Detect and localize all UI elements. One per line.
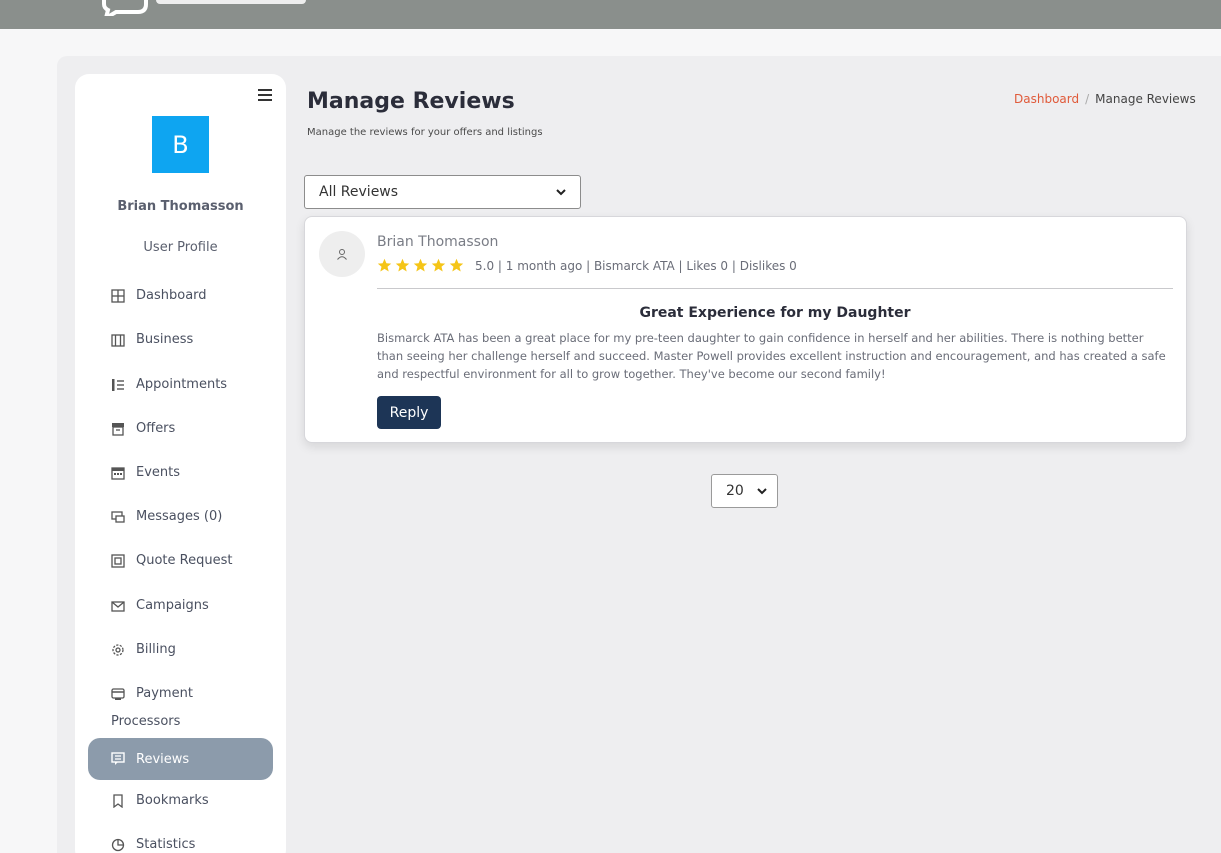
sidebar-item-campaigns[interactable]: Campaigns xyxy=(88,598,273,613)
sidebar-item-label: Dashboard xyxy=(136,288,207,303)
sidebar-item-label: Quote Request xyxy=(136,553,233,568)
reply-button[interactable]: Reply xyxy=(377,396,441,429)
user-icon xyxy=(336,245,348,264)
breadcrumb: Dashboard / Manage Reviews xyxy=(1014,92,1196,106)
breadcrumb-dashboard-link[interactable]: Dashboard xyxy=(1014,92,1079,106)
star-icon xyxy=(431,258,446,273)
building-icon xyxy=(111,333,125,347)
review-divider xyxy=(377,288,1173,289)
sidebar-item-label: Business xyxy=(136,332,194,347)
page-title: Manage Reviews xyxy=(307,89,515,114)
sidebar-item-label: Events xyxy=(136,465,181,480)
page-size-select[interactable]: 20 xyxy=(711,474,778,508)
breadcrumb-current: Manage Reviews xyxy=(1095,92,1196,106)
user-name: Brian Thomasson xyxy=(117,199,244,214)
sidebar-item-billing[interactable]: Billing xyxy=(88,642,273,657)
sidebar-item-offers[interactable]: Offers xyxy=(88,421,273,436)
sidebar-item-dashboard[interactable]: Dashboard xyxy=(88,288,273,303)
hamburger-menu-icon[interactable] xyxy=(258,89,272,101)
sidebar-item-label: Bookmarks xyxy=(136,793,209,808)
sidebar-item-label: Reviews xyxy=(136,751,190,767)
sidebar-item-quote-request[interactable]: Quote Request xyxy=(88,553,273,568)
envelope-icon xyxy=(111,599,125,613)
sidebar-item-bookmarks[interactable]: Bookmarks xyxy=(88,793,273,808)
sidebar-item-label: Offers xyxy=(136,421,176,436)
star-icon xyxy=(377,258,392,273)
review-meta: 5.0 | 1 month ago | Bismarck ATA | Likes… xyxy=(475,258,797,273)
star-icon xyxy=(413,258,428,273)
sidebar-item-label: Campaigns xyxy=(136,598,209,613)
sidebar-item-label: Messages (0) xyxy=(136,509,223,524)
sidebar-item-appointments[interactable]: Appointments xyxy=(88,377,273,392)
chat-icon xyxy=(111,510,125,524)
sidebar-item-messages[interactable]: Messages (0) xyxy=(88,509,273,524)
review-card: Brian Thomasson 5.0 | 1 month ago | Bism… xyxy=(304,216,1187,443)
sidebar-item-label: Statistics xyxy=(136,837,196,852)
chevron-down-icon xyxy=(556,184,566,200)
top-bar xyxy=(0,0,1221,29)
breadcrumb-separator: / xyxy=(1085,92,1090,106)
avatar-letter: B xyxy=(172,130,189,159)
chevron-down-icon xyxy=(757,483,767,499)
star-icon xyxy=(395,258,410,273)
review-filter-select[interactable]: All Reviews xyxy=(304,175,581,209)
reviewer-avatar xyxy=(319,231,365,277)
user-profile-link[interactable]: User Profile xyxy=(75,240,286,255)
card-icon xyxy=(111,687,125,701)
review-title: Great Experience for my Daughter xyxy=(639,305,911,321)
sidebar-item-label: Payment xyxy=(136,686,193,701)
sidebar-item-payment-processors[interactable]: Payment xyxy=(88,686,273,701)
grid-icon xyxy=(111,289,125,303)
avatar[interactable]: B xyxy=(152,116,209,173)
star-icon xyxy=(449,258,464,273)
reviewer-name: Brian Thomasson xyxy=(377,234,499,250)
page-subtitle: Manage the reviews for your offers and l… xyxy=(307,127,543,138)
review-filter-value: All Reviews xyxy=(319,184,399,200)
page-size-value: 20 xyxy=(726,483,744,499)
sidebar-item-statistics[interactable]: Statistics xyxy=(88,837,273,852)
calendar-icon xyxy=(111,466,125,480)
bookmark-icon xyxy=(111,794,125,808)
brand-logo[interactable] xyxy=(98,0,328,16)
sidebar-item-events[interactable]: Events xyxy=(88,465,273,480)
list-icon xyxy=(111,378,125,392)
sidebar-item-business[interactable]: Business xyxy=(88,332,273,347)
sidebar-item-label: Billing xyxy=(136,642,176,657)
sidebar-item-label: Appointments xyxy=(136,377,228,392)
review-icon xyxy=(111,752,125,766)
sidebar-item-reviews[interactable]: Reviews xyxy=(88,738,273,780)
quote-icon xyxy=(111,554,125,568)
review-rating-row: 5.0 | 1 month ago | Bismarck ATA | Likes… xyxy=(377,258,797,273)
archive-icon xyxy=(111,422,125,436)
sidebar: B Brian Thomasson User Profile Dashboard… xyxy=(75,74,286,853)
pie-icon xyxy=(111,838,125,852)
review-body: Bismarck ATA has been a great place for … xyxy=(377,331,1166,381)
gear-icon xyxy=(111,643,125,657)
sidebar-item-label-line2: Processors xyxy=(111,714,181,729)
star-rating xyxy=(377,258,467,273)
